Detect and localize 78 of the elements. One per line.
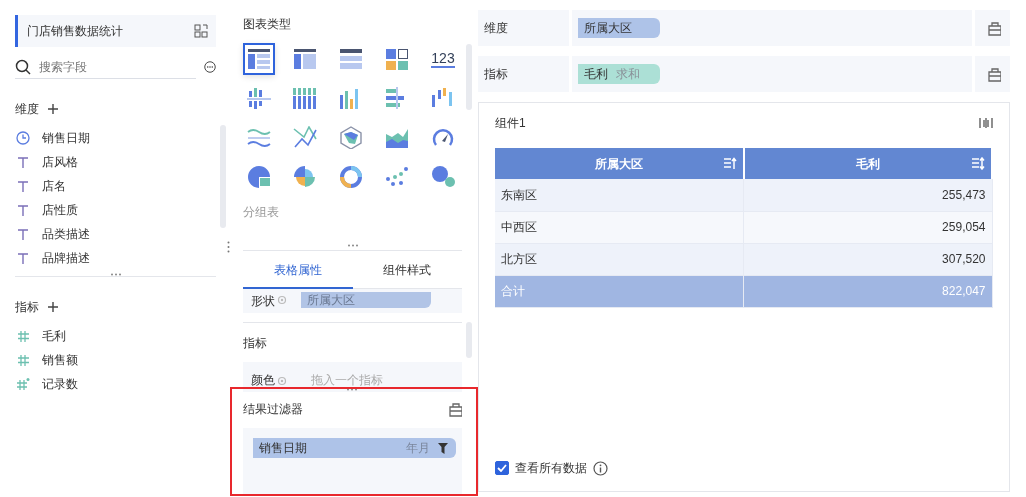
table-cell: 255,473 bbox=[743, 179, 992, 211]
detail-table-icon[interactable] bbox=[339, 47, 363, 71]
dataset-title: 门店销售数据统计 bbox=[27, 23, 123, 40]
field-label: 颜色 bbox=[251, 372, 275, 389]
field-item[interactable]: 店风格 bbox=[15, 150, 216, 174]
resize-handle-icon[interactable] bbox=[227, 241, 230, 253]
chart-type-name: 分组表 bbox=[243, 204, 280, 221]
field-item[interactable]: 销售日期 bbox=[15, 126, 216, 150]
column-width-icon[interactable] bbox=[979, 117, 993, 129]
column-header[interactable]: 毛利 bbox=[743, 148, 992, 179]
field-item[interactable]: 记录数 bbox=[15, 372, 216, 396]
section-title: 指标 bbox=[243, 334, 267, 352]
text-type-icon bbox=[16, 251, 30, 265]
split-bar-chart-icon[interactable] bbox=[247, 86, 271, 110]
bubble-chart-icon[interactable] bbox=[431, 164, 455, 188]
field-label: 形状 bbox=[251, 293, 275, 310]
table-cell: 东南区 bbox=[495, 179, 744, 211]
hash-icon bbox=[16, 353, 30, 367]
shelf-label: 指标 bbox=[484, 66, 508, 83]
total-cell: 合计 bbox=[495, 275, 744, 307]
sort-icon[interactable] bbox=[972, 157, 985, 170]
hash-icon bbox=[16, 329, 30, 343]
sort-ascending-icon[interactable] bbox=[723, 157, 737, 170]
table-cell: 259,054 bbox=[743, 211, 992, 243]
add-icon[interactable] bbox=[47, 103, 59, 115]
total-cell: 822,047 bbox=[743, 275, 992, 307]
lock-icon[interactable] bbox=[446, 401, 462, 417]
tab[interactable]: 组件样式 bbox=[352, 251, 462, 289]
card-grid-icon[interactable] bbox=[385, 47, 409, 71]
switch-dataset-icon[interactable] bbox=[194, 24, 208, 38]
stacked-bar-chart-icon[interactable] bbox=[293, 86, 317, 110]
field-item[interactable]: 毛利 bbox=[15, 324, 216, 348]
hash-icon bbox=[16, 377, 30, 391]
search-field[interactable]: 搜索字段 bbox=[37, 56, 196, 77]
field-item[interactable]: 品牌描述 bbox=[15, 246, 216, 270]
widget-title: 组件1 bbox=[495, 115, 526, 132]
add-icon[interactable] bbox=[47, 301, 59, 313]
section-title: 结果过滤器 bbox=[243, 401, 303, 418]
line-chart-icon[interactable] bbox=[293, 125, 317, 149]
ring-chart-icon[interactable] bbox=[339, 164, 363, 188]
field-item[interactable]: 店性质 bbox=[15, 198, 216, 222]
field-item[interactable]: 销售额 bbox=[15, 348, 216, 372]
table-cell: 中西区 bbox=[495, 211, 744, 243]
range-bar-chart-icon[interactable] bbox=[431, 86, 455, 110]
field-item[interactable]: 品类描述 bbox=[15, 222, 216, 246]
filter-pill[interactable]: 销售日期 年月 bbox=[253, 438, 456, 458]
drag-handle-icon[interactable] bbox=[346, 244, 359, 247]
more-icon[interactable] bbox=[204, 59, 216, 75]
drop-zone-hint: 拖入一个指标 bbox=[311, 372, 383, 389]
info-icon[interactable] bbox=[593, 460, 608, 476]
text-type-icon bbox=[16, 227, 30, 241]
search-icon bbox=[15, 58, 31, 75]
clock-icon bbox=[16, 131, 30, 145]
scatter-chart-icon[interactable] bbox=[385, 164, 409, 188]
section-title: 指标 bbox=[15, 299, 39, 316]
chart-type-button[interactable] bbox=[243, 43, 275, 75]
filter-icon bbox=[438, 442, 448, 454]
cross-table-icon[interactable] bbox=[293, 47, 317, 71]
section-title: 图表类型 bbox=[243, 16, 292, 33]
dataset-title-bar[interactable]: 门店销售数据统计 bbox=[15, 15, 216, 47]
drag-handle-icon[interactable] bbox=[346, 388, 358, 391]
pie-chart-icon[interactable] bbox=[247, 164, 271, 188]
field-item[interactable]: 店名 bbox=[15, 174, 216, 198]
rose-chart-icon[interactable] bbox=[293, 164, 317, 188]
checkbox-label: 查看所有数据 bbox=[515, 460, 587, 477]
field-pill[interactable]: 毛利 求和 bbox=[578, 64, 660, 84]
table-cell: 307,520 bbox=[743, 243, 992, 275]
table-cell: 北方区 bbox=[495, 243, 744, 275]
text-type-icon bbox=[16, 203, 30, 217]
column-header[interactable]: 所属大区 bbox=[495, 148, 744, 179]
checkbox[interactable] bbox=[495, 461, 509, 475]
grouped-table-icon bbox=[247, 47, 271, 71]
text-type-icon bbox=[16, 155, 30, 169]
radar-chart-icon[interactable] bbox=[339, 125, 363, 149]
text-type-icon bbox=[16, 179, 30, 193]
field-pill[interactable]: 所属大区 bbox=[578, 18, 660, 38]
section-title: 维度 bbox=[15, 101, 39, 118]
shelf-label: 维度 bbox=[484, 20, 508, 37]
